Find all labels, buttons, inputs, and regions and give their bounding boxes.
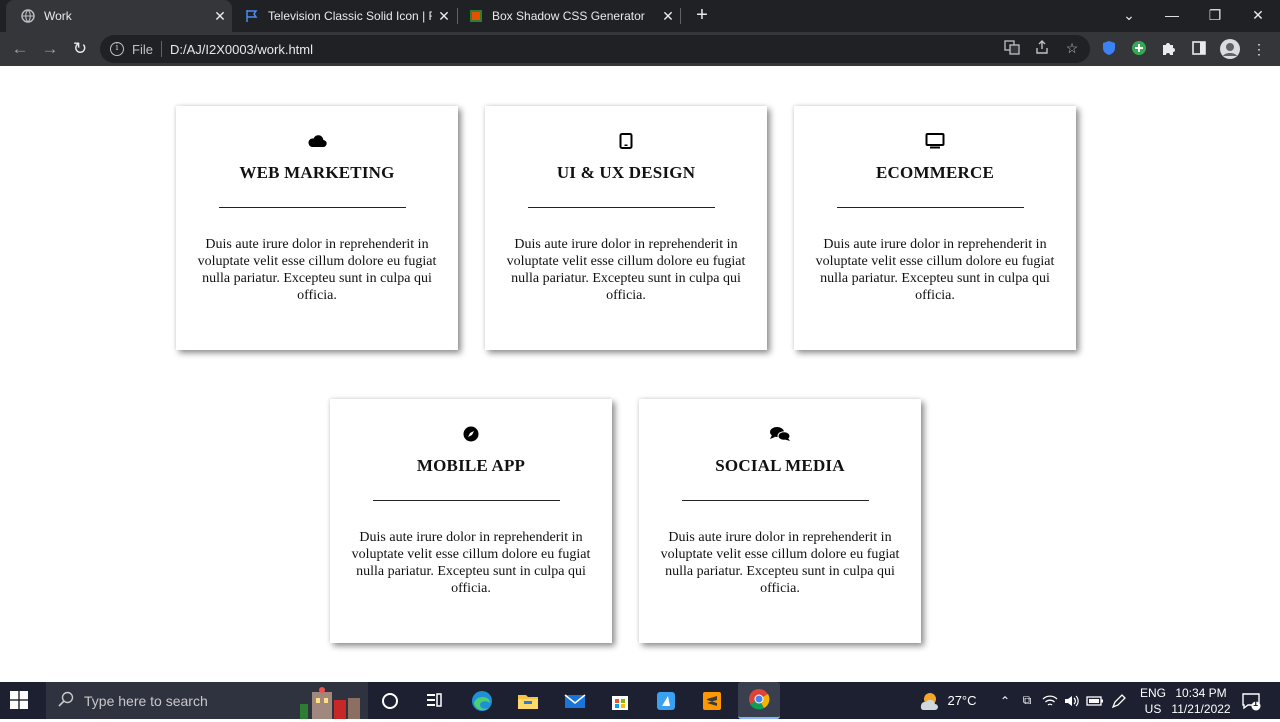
card-divider [373, 500, 560, 501]
close-tab-icon[interactable]: ✕ [432, 8, 456, 25]
globe-icon [20, 8, 36, 24]
green-plus-extension-icon[interactable] [1130, 40, 1148, 58]
file-explorer-icon[interactable] [514, 687, 542, 715]
volume-icon[interactable] [1062, 682, 1082, 719]
task-view-icon[interactable] [376, 687, 404, 715]
taskbar-search-box[interactable]: Type here to search [46, 682, 368, 719]
card-title: WEB MARKETING [239, 163, 395, 182]
minimize-button[interactable]: — [1150, 0, 1194, 32]
tab-search-dropdown-icon[interactable]: ⌄ [1107, 0, 1151, 32]
tab-title: Television Classic Solid Icon | Fon [268, 9, 432, 23]
card-divider [682, 500, 869, 501]
edge-browser-icon[interactable] [468, 687, 496, 715]
notification-count-badge: 1 [1253, 698, 1259, 708]
page-body: WEB MARKETING Duis aute irure dolor in r… [0, 66, 1280, 682]
azure-app-icon[interactable] [652, 687, 680, 715]
forward-arrow-icon[interactable]: → [38, 37, 62, 61]
card-description: Duis aute irure dolor in reprehenderit i… [506, 237, 746, 303]
service-card-web-marketing: WEB MARKETING Duis aute irure dolor in r… [176, 106, 458, 350]
mail-icon[interactable] [561, 687, 589, 715]
translate-icon[interactable] [1003, 39, 1021, 57]
service-card-ecommerce: ECOMMERCE Duis aute irure dolor in repre… [794, 106, 1076, 350]
flag-icon [244, 8, 260, 24]
battery-icon[interactable] [1084, 682, 1106, 719]
card-divider [219, 207, 406, 208]
compass-icon [330, 426, 612, 444]
share-icon[interactable] [1033, 39, 1051, 57]
close-tab-icon[interactable]: ✕ [208, 8, 232, 25]
square-favicon-icon [468, 8, 484, 24]
pen-ink-icon[interactable] [1108, 682, 1130, 719]
card-description: Duis aute irure dolor in reprehenderit i… [197, 237, 437, 303]
television-icon [794, 133, 1076, 151]
chrome-taskbar-icon[interactable] [738, 682, 780, 719]
address-divider [160, 41, 162, 57]
service-card-mobile-app: MOBILE APP Duis aute irure dolor in repr… [330, 399, 612, 643]
network-wifi-icon[interactable] [1040, 682, 1060, 719]
search-icon [58, 691, 74, 710]
language-code: ENG [1139, 685, 1166, 700]
side-panel-icon[interactable] [1190, 40, 1208, 58]
reload-icon[interactable]: ↻ [68, 37, 92, 61]
windows-start-icon[interactable] [10, 691, 30, 711]
meet-now-icon[interactable]: ⧉ [1018, 682, 1036, 719]
microsoft-store-icon[interactable] [606, 687, 634, 715]
tab-title: Work [44, 9, 72, 23]
info-icon[interactable]: i [110, 42, 124, 56]
tab-divider [680, 8, 681, 24]
cloud-icon [176, 133, 458, 151]
bookmark-star-icon[interactable]: ☆ [1063, 39, 1081, 57]
clock[interactable]: 10:34 PM 11/21/2022 [1171, 682, 1231, 719]
service-card-social-media: SOCIAL MEDIA Duis aute irure dolor in re… [639, 399, 921, 643]
notification-center-icon[interactable]: 1 [1236, 682, 1266, 719]
address-bar[interactable]: i File D:/AJ/I2X0003/work.html [100, 35, 1090, 63]
tab-work[interactable]: Work ✕ [6, 0, 232, 32]
region-code: US [1144, 701, 1162, 716]
close-tab-icon[interactable]: ✕ [656, 8, 680, 25]
clock-date: 11/21/2022 [1171, 701, 1231, 716]
comments-icon [639, 426, 921, 444]
weather-temperature[interactable]: 27°C [944, 682, 980, 719]
card-title: MOBILE APP [416, 456, 526, 475]
tab-title: Box Shadow CSS Generator [492, 9, 645, 23]
browser-menu-icon[interactable]: ⋮ [1250, 40, 1268, 58]
show-hidden-icons-icon[interactable]: ⌃ [996, 682, 1014, 719]
windows-taskbar: Type here to search 27°C ⌃ ⧉ ENG US 10:3… [0, 682, 1280, 719]
close-window-button[interactable]: ✕ [1236, 0, 1280, 32]
sublime-text-icon[interactable] [698, 687, 726, 715]
card-divider [837, 207, 1024, 208]
extensions-puzzle-icon[interactable] [1160, 40, 1178, 58]
profile-avatar[interactable] [1219, 38, 1241, 60]
back-arrow-icon[interactable]: ← [8, 37, 32, 61]
new-tab-button[interactable]: + [690, 4, 714, 28]
tablet-icon [485, 133, 767, 151]
card-description: Duis aute irure dolor in reprehenderit i… [351, 530, 591, 596]
clock-time: 10:34 PM [1175, 685, 1227, 700]
browser-toolbar: ← → ↻ i File D:/AJ/I2X0003/work.html ☆ ⋮ [0, 32, 1280, 66]
restore-button[interactable]: ❐ [1193, 0, 1237, 32]
browser-tab-strip: Work ✕ Television Classic Solid Icon | F… [0, 0, 1280, 32]
card-description: Duis aute irure dolor in reprehenderit i… [660, 530, 900, 596]
input-language[interactable]: ENG US [1136, 682, 1170, 719]
tab-box-shadow-generator[interactable]: Box Shadow CSS Generator ✕ [454, 0, 680, 32]
search-placeholder: Type here to search [84, 692, 208, 709]
service-card-ui-ux-design: UI & UX DESIGN Duis aute irure dolor in … [485, 106, 767, 350]
card-title: ECOMMERCE [876, 163, 994, 182]
scheme-label: File [132, 41, 153, 57]
card-description: Duis aute irure dolor in reprehenderit i… [815, 237, 1055, 303]
widgets-icon[interactable] [420, 687, 448, 715]
weather-icon[interactable] [916, 682, 942, 719]
tab-television-icon-page[interactable]: Television Classic Solid Icon | Fon ✕ [230, 0, 456, 32]
url-text[interactable]: D:/AJ/I2X0003/work.html [170, 42, 313, 57]
card-title: SOCIAL MEDIA [715, 456, 845, 475]
card-divider [528, 207, 715, 208]
search-highlight-illustration-icon [296, 684, 364, 722]
shield-extension-icon[interactable] [1100, 40, 1118, 58]
card-title: UI & UX DESIGN [556, 163, 696, 182]
